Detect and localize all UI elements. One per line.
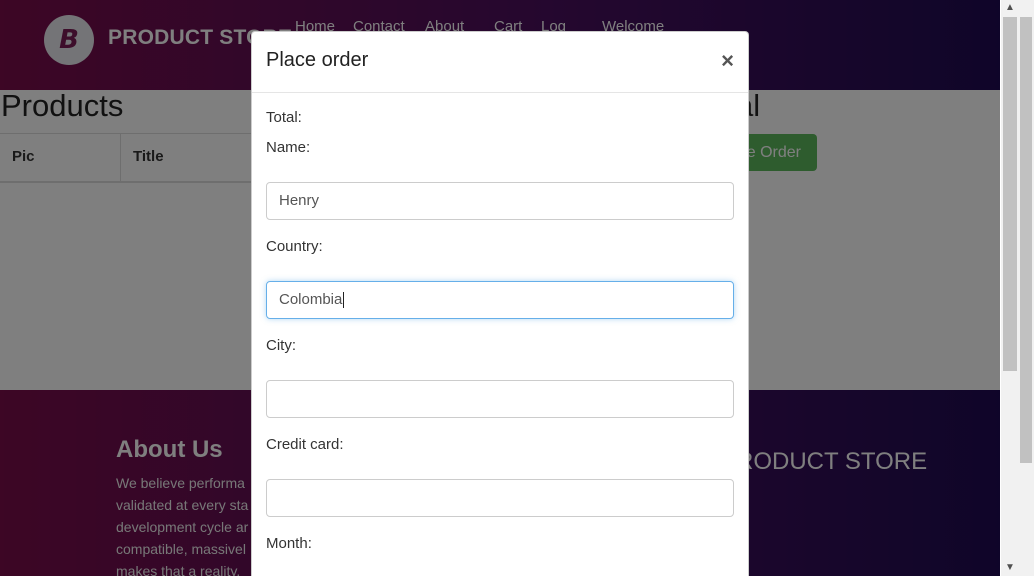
- modal-title: Place order: [266, 49, 369, 71]
- country-input[interactable]: Colombia: [266, 281, 734, 319]
- name-value: Henry: [279, 192, 320, 209]
- name-label: Name:: [266, 139, 311, 156]
- month-label: Month:: [266, 535, 312, 552]
- credit-card-input[interactable]: [266, 479, 734, 517]
- inner-scrollbar-thumb[interactable]: [1003, 17, 1017, 371]
- city-label: City:: [266, 337, 296, 354]
- modal-header: Place order ×: [252, 32, 748, 93]
- page-background: B PRODUCT STORE Home Contact About Cart …: [0, 0, 1000, 576]
- credit-card-label: Credit card:: [266, 436, 344, 453]
- place-order-modal: Place order × Total: Name: Henry Country…: [251, 31, 749, 576]
- close-icon[interactable]: ×: [721, 48, 734, 74]
- scroll-down-icon[interactable]: ▼: [1002, 560, 1018, 576]
- text-caret: [343, 292, 345, 309]
- country-label: Country:: [266, 238, 323, 255]
- page-scrollbar-thumb[interactable]: [1020, 17, 1032, 463]
- country-value: Colombia: [279, 291, 343, 308]
- city-input[interactable]: [266, 380, 734, 418]
- name-input[interactable]: Henry: [266, 182, 734, 220]
- total-label: Total:: [266, 109, 302, 126]
- scroll-up-icon[interactable]: ▲: [1002, 0, 1018, 16]
